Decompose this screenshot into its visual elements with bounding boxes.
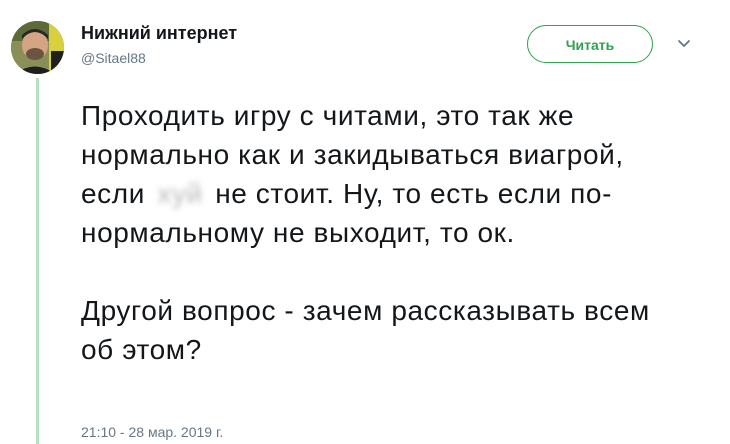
- tweet-card: Нижний интернет @Sitael88 Читать Проходи…: [0, 0, 730, 444]
- author-handle[interactable]: @Sitael88: [81, 50, 146, 66]
- chevron-down-icon[interactable]: [674, 36, 694, 52]
- tweet-text: Проходить игру с читами, это так же норм…: [81, 96, 681, 369]
- author-name[interactable]: Нижний интернет: [81, 23, 237, 44]
- thread-line: [36, 78, 39, 444]
- tweet-paragraph-2: Другой вопрос - зачем рассказывать всем …: [81, 295, 650, 365]
- avatar[interactable]: [11, 21, 64, 74]
- follow-button[interactable]: Читать: [527, 25, 653, 63]
- censored-word: хуй: [157, 178, 203, 209]
- tweet-timestamp[interactable]: 21:10 - 28 мар. 2019 г.: [81, 424, 223, 440]
- tweet-paragraph-1: Проходить игру с читами, это так же норм…: [81, 96, 681, 252]
- avatar-image: [11, 21, 64, 74]
